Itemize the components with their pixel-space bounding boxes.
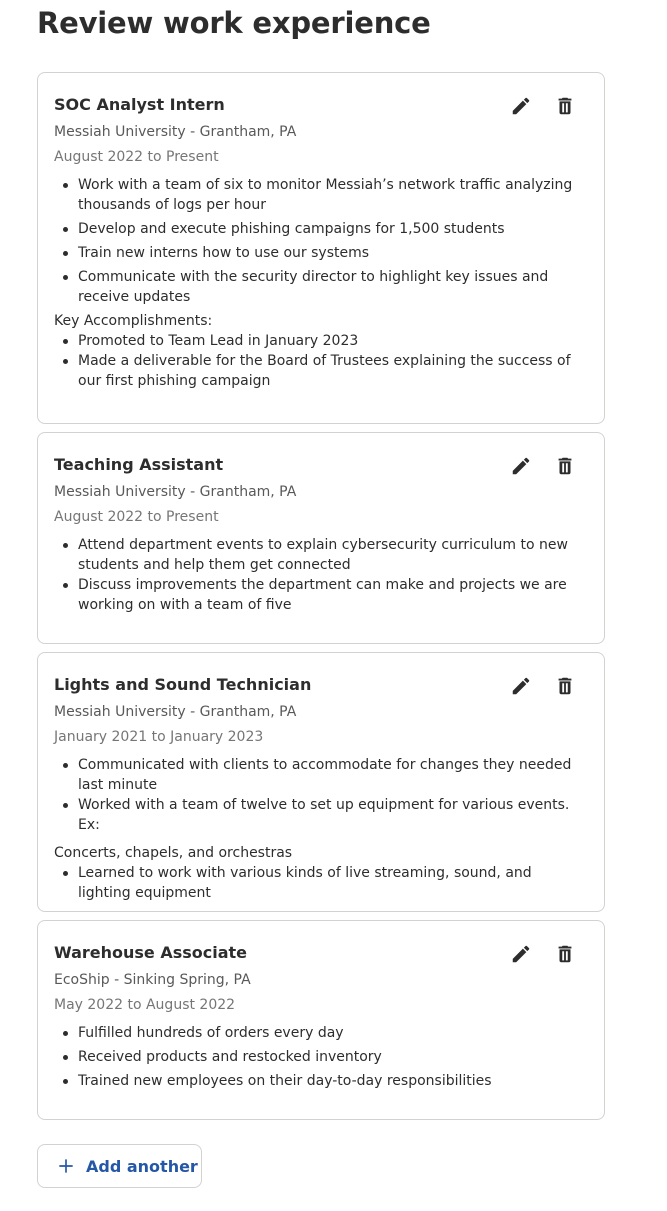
list-item: Made a deliverable for the Board of Trus… (63, 351, 588, 391)
pencil-icon (512, 945, 530, 963)
bullet-list: Work with a team of six to monitor Messi… (54, 175, 588, 307)
delete-button[interactable] (552, 453, 578, 479)
delete-button[interactable] (552, 673, 578, 699)
trash-icon (558, 945, 572, 963)
list-item: Develop and execute phishing campaigns f… (63, 219, 588, 239)
list-item: Communicate with the security director t… (63, 267, 588, 307)
list-item: Trained new employees on their day-to-da… (63, 1071, 588, 1091)
job-title: SOC Analyst Intern (54, 95, 225, 114)
list-item: Train new interns how to use our systems (63, 243, 588, 263)
date-range: January 2021 to January 2023 (54, 729, 264, 745)
company-location: Messiah University - Grantham, PA (54, 124, 297, 140)
bullet-list: Promoted to Team Lead in January 2023 Ma… (54, 331, 588, 391)
job-title: Lights and Sound Technician (54, 675, 312, 694)
experience-card: SOC Analyst Intern Messiah University - … (37, 72, 605, 424)
list-item: Worked with a team of twelve to set up e… (63, 795, 588, 835)
job-title: Warehouse Associate (54, 943, 248, 962)
company-location: Messiah University - Grantham, PA (54, 704, 297, 720)
list-item: Received products and restocked inventor… (63, 1047, 588, 1067)
delete-button[interactable] (552, 941, 578, 967)
job-description: Fulfilled hundreds of orders every day R… (54, 1023, 588, 1095)
bullet-list: Communicated with clients to accommodate… (54, 755, 588, 835)
edit-button[interactable] (508, 93, 534, 119)
date-range: August 2022 to Present (54, 509, 219, 525)
edit-button[interactable] (508, 673, 534, 699)
pencil-icon (512, 457, 530, 475)
company-location: Messiah University - Grantham, PA (54, 484, 297, 500)
experience-card: Teaching Assistant Messiah University - … (37, 432, 605, 644)
trash-icon (558, 677, 572, 695)
list-item: Discuss improvements the department can … (63, 575, 588, 615)
bullet-list: Attend department events to explain cybe… (54, 535, 588, 615)
bullet-list: Learned to work with various kinds of li… (54, 863, 588, 903)
date-range: August 2022 to Present (54, 149, 219, 165)
job-description: Work with a team of six to monitor Messi… (54, 175, 588, 391)
edit-button[interactable] (508, 453, 534, 479)
company-location: EcoShip - Sinking Spring, PA (54, 972, 251, 988)
section-label: Concerts, chapels, and orchestras (54, 845, 293, 861)
section-label: Key Accomplishments: (54, 313, 213, 329)
list-item: Learned to work with various kinds of li… (63, 863, 588, 903)
plus-icon (59, 1159, 73, 1173)
experience-card: Warehouse Associate EcoShip - Sinking Sp… (37, 920, 605, 1120)
add-another-label: Add another (86, 1156, 198, 1176)
pencil-icon (512, 677, 530, 695)
edit-button[interactable] (508, 941, 534, 967)
trash-icon (558, 457, 572, 475)
list-item: Work with a team of six to monitor Messi… (63, 175, 588, 215)
delete-button[interactable] (552, 93, 578, 119)
list-item: Fulfilled hundreds of orders every day (63, 1023, 588, 1043)
job-title: Teaching Assistant (54, 455, 224, 474)
job-description: Attend department events to explain cybe… (54, 535, 588, 615)
list-item: Attend department events to explain cybe… (63, 535, 588, 575)
add-another-button[interactable]: Add another (37, 1144, 202, 1188)
experience-card: Lights and Sound Technician Messiah Univ… (37, 652, 605, 912)
list-item: Communicated with clients to accommodate… (63, 755, 588, 795)
pencil-icon (512, 97, 530, 115)
list-item: Promoted to Team Lead in January 2023 (63, 331, 588, 351)
date-range: May 2022 to August 2022 (54, 997, 236, 1013)
bullet-list: Fulfilled hundreds of orders every day R… (54, 1023, 588, 1091)
page-title: Review work experience (37, 6, 431, 40)
trash-icon (558, 97, 572, 115)
job-description: Communicated with clients to accommodate… (54, 755, 588, 903)
